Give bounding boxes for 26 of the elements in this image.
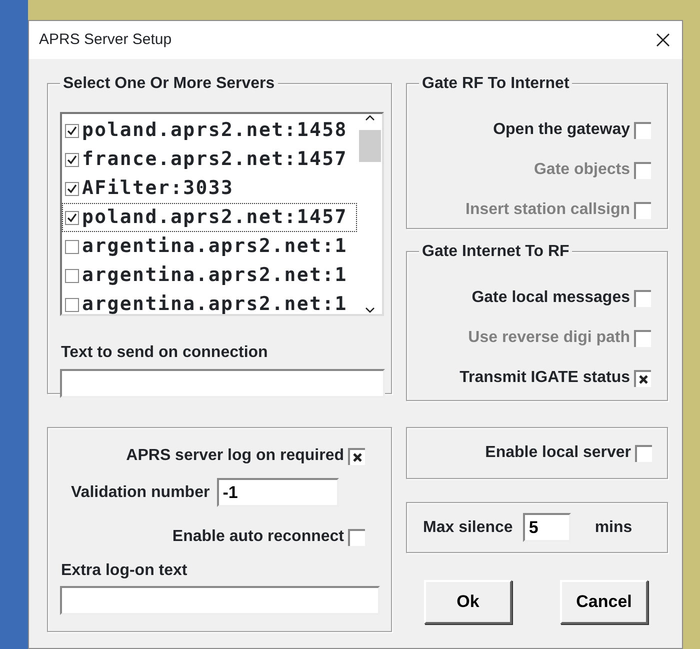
checkbox-label: Enable local server (485, 443, 631, 463)
field-label: Text to send on connection (60, 343, 269, 363)
unit-label: mins (594, 518, 632, 538)
field-label: Max silence (423, 518, 513, 538)
list-item[interactable]: argentina.aprs2.net:1 (62, 232, 357, 261)
input-field[interactable]: 5 (522, 513, 571, 542)
list-item[interactable]: france.aprs2.net:1457 (62, 145, 357, 174)
checkbox-label: Enable auto reconnect (172, 527, 344, 547)
ok-button[interactable]: Ok (424, 580, 512, 624)
list-item[interactable]: poland.aprs2.net:1458 (62, 116, 357, 145)
cancel-button[interactable]: Cancel (560, 580, 648, 624)
checkbox-label: Open the gateway (493, 120, 630, 140)
checkbox-label: Insert station callsign (466, 200, 630, 220)
list-item[interactable]: poland.aprs2.net:1457 (62, 203, 357, 232)
list-item[interactable]: AFilter:3033 (62, 174, 357, 203)
field-label: Validation number (71, 482, 210, 502)
checkbox-label: Gate local messages (472, 288, 630, 308)
checkbox-label: Use reverse digi path (468, 328, 630, 348)
list-item[interactable]: argentina.aprs2.net:1 (62, 261, 357, 290)
checkbox-label: Transmit IGATE status (460, 368, 630, 388)
checkbox-label: APRS server log on required (126, 446, 344, 466)
field-label: Extra log-on text (60, 561, 188, 581)
window-title: APRS Server Setup (39, 30, 172, 50)
checkbox-label: Gate objects (534, 160, 630, 180)
list-item[interactable]: argentina.aprs2.net:1 (62, 290, 357, 314)
input-field[interactable]: -1 (216, 478, 339, 507)
